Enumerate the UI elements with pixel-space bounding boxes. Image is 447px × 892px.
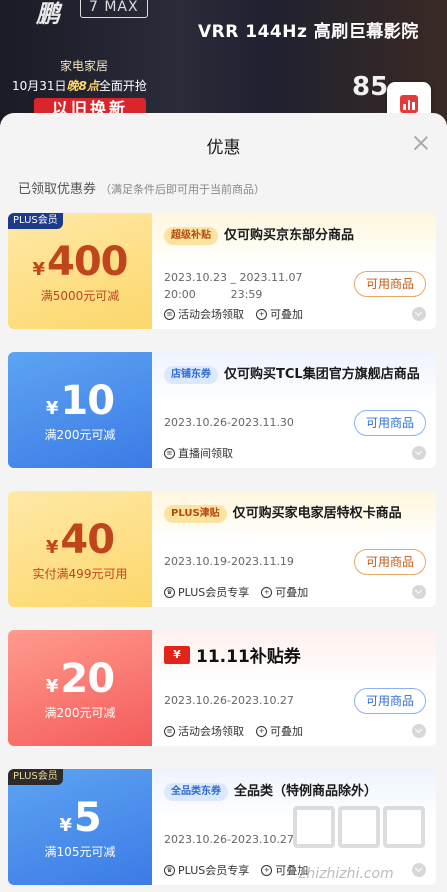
coupon-amount: ¥5 [59,794,101,841]
coupon-card[interactable]: ¥40 实付满499元可用 PLUS津贴 仅可购买家电家居特权卡商品 2023.1… [8,491,436,607]
coupon-meta: ♛ PLUS会员专享 + 可叠加 [164,584,308,600]
coupon-title: 超级补贴 仅可购买京东部分商品 [164,225,426,247]
brand-logo: 鹏 [36,0,60,28]
coupon-value-panel: ¥20 满200元可减 [8,630,152,746]
coupon-condition: 满5000元可减 [40,288,120,303]
close-icon[interactable] [413,135,429,151]
chevron-down-icon[interactable] [412,307,426,321]
coupon-tag: 超级补贴 [164,227,218,245]
screen-size: 85 [352,72,389,102]
coupon-card[interactable]: ¥10 满200元可减 店铺东券 仅可购买TCL集团官方旗舰店商品 2023.10… [8,352,436,468]
model-badge: 7 MAX [80,0,148,18]
plus-member-badge: PLUS会员 [8,213,63,229]
coupon-tag: 店铺东券 [164,366,218,384]
plus-member-badge: PLUS会员 [8,769,63,785]
watermark-text: zhizhizhi.com [299,866,394,882]
coupon-meta: ≡ 活动会场领取 + 可叠加 [164,723,303,739]
available-products-button[interactable]: 可用商品 [353,688,426,714]
coupon-condition: 满200元可减 [44,427,116,442]
coupon-meta: ≡ 活动会场领取 + 可叠加 [164,306,303,322]
coupon-condition: 满200元可减 [44,705,116,720]
double-eleven-title: ¥11.11补贴券 [164,642,301,667]
crown-icon: ♛ [164,586,175,598]
subsidy-icon: ¥ [164,645,190,664]
source-icon: ≡ [164,725,175,737]
coupon-amount: ¥20 [45,655,115,702]
coupon-card[interactable]: ¥20 满200元可减 ¥11.11补贴券 2023.10.26-2023.10… [8,630,436,746]
coupon-condition: 实付满499元可用 [32,566,128,581]
coupon-value-panel: PLUS会员 ¥5 满105元可减 [8,769,152,885]
coupon-meta: ♛ PLUS会员专享 + 可叠加 [164,862,308,878]
promo-date: 10月31日晚8点全面开抢 [12,79,147,93]
coupon-condition: 满105元可减 [44,844,116,859]
watermark-logo [293,806,425,848]
coupon-card[interactable]: PLUS会员 ¥400 满5000元可减 超级补贴 仅可购买京东部分商品 2023… [8,213,436,329]
coupon-value-panel: ¥40 实付满499元可用 [8,491,152,607]
crown-icon: ♛ [164,864,175,876]
coupon-validity: 2023.10.19-2023.11.19 [164,555,294,568]
coupon-title: 店铺东券 仅可购买TCL集团官方旗舰店商品 [164,364,426,386]
coupon-validity: 2023.10.26-2023.11.30 [164,416,294,429]
promo-category: 家电家居 [60,59,109,73]
coupon-amount: ¥40 [45,516,115,563]
coupon-title: PLUS津贴 仅可购买家电家居特权卡商品 [164,503,426,525]
stack-icon: + [261,586,273,598]
coupon-info: 店铺东券 仅可购买TCL集团官方旗舰店商品 2023.10.26-2023.11.… [152,352,436,468]
source-icon: ≡ [164,308,175,320]
coupon-info: 超级补贴 仅可购买京东部分商品 2023.10.23 _ 2023.11.07 20… [152,213,436,329]
available-products-button[interactable]: 可用商品 [353,410,426,436]
chevron-down-icon[interactable] [412,724,426,738]
coupon-amount: ¥10 [45,377,115,424]
coupon-tag: PLUS津贴 [164,505,227,523]
section-header: 已领取优惠券 （满足条件后即可用于当前商品） [18,182,266,197]
coupon-validity: 2023.10.23 _ 2023.11.07 20:00 23:59 [164,271,303,301]
coupon-info: PLUS津贴 仅可购买家电家居特权卡商品 2023.10.19-2023.11.1… [152,491,436,607]
chevron-down-icon[interactable] [412,863,426,877]
available-products-button[interactable]: 可用商品 [353,549,426,575]
chevron-down-icon[interactable] [412,585,426,599]
coupon-title: 全品类东券 全品类（特例商品除外） [164,781,426,803]
coupon-tag: 全品类东券 [164,783,228,801]
bar-chart-icon [400,95,418,113]
coupon-info: ¥11.11补贴券 2023.10.26-2023.10.27 可用商品 ≡ 活动… [152,630,436,746]
stack-icon: + [256,308,267,320]
coupon-sheet: 优惠 已领取优惠券 （满足条件后即可用于当前商品） PLUS会员 ¥400 满50… [0,113,447,892]
source-icon: ≡ [164,447,175,459]
coupon-value-panel: PLUS会员 ¥400 满5000元可减 [8,213,152,329]
chevron-down-icon[interactable] [412,446,426,460]
sheet-title: 优惠 [206,138,241,158]
available-products-button[interactable]: 可用商品 [353,271,426,297]
stack-icon: + [256,725,267,737]
coupon-validity: 2023.10.26-2023.10.27 [164,694,294,707]
coupon-amount: ¥400 [32,238,128,285]
coupon-meta: ≡ 直播间领取 [164,445,233,461]
coupon-validity: 2023.10.26-2023.10.27 [164,833,294,846]
coupon-value-panel: ¥10 满200元可减 [8,352,152,468]
banner-tagline: VRR 144Hz 高刷巨幕影院 [198,22,419,42]
stack-icon: + [261,864,273,876]
